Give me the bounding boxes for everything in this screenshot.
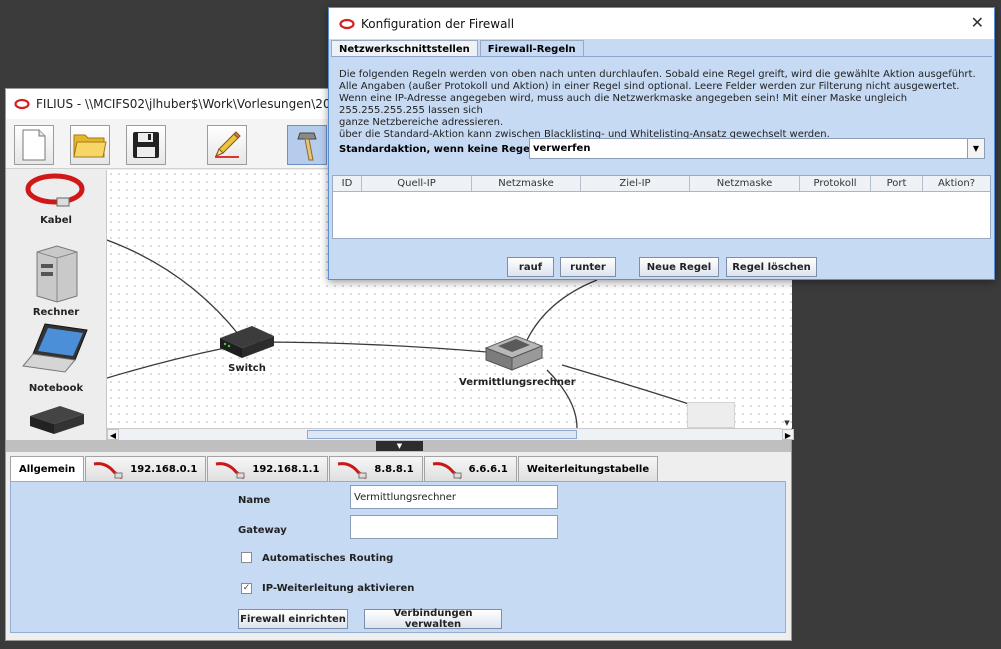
computer-icon — [36, 245, 78, 303]
component-palette: Kabel Rechner Notebook — [6, 170, 107, 440]
auto-routing-label: Automatisches Routing — [262, 553, 394, 564]
new-file-button[interactable] — [14, 125, 54, 165]
gateway-label: Gateway — [238, 525, 287, 536]
column-header[interactable]: Port — [871, 176, 923, 191]
scroll-right-icon[interactable]: ▶ — [782, 429, 794, 440]
cable-icon — [432, 461, 462, 479]
canvas-node-router[interactable]: Vermittlungsrechner — [459, 330, 576, 388]
name-label: Name — [238, 495, 271, 506]
palette-item-computer[interactable]: Rechner — [6, 244, 106, 318]
palette-item-notebook[interactable]: Notebook — [6, 322, 106, 394]
manage-connections-button[interactable]: Verbindungen verwalten — [364, 608, 502, 630]
general-config-panel: Name Gateway Automatisches Routing ✓ IP-… — [10, 481, 786, 633]
tab-label: 6.6.6.1 — [468, 464, 508, 475]
canvas-label-router: Vermittlungsrechner — [459, 377, 576, 388]
main-window-title: FILIUS - \\MCIFS02\jlhuber$\Work\Vorlesu… — [36, 97, 364, 111]
firewall-setup-button[interactable]: Firewall einrichten — [238, 609, 348, 629]
column-header[interactable]: Aktion? — [923, 176, 990, 191]
panel-splitter[interactable]: ▼ — [6, 440, 791, 452]
tab-weiterleitungstabelle[interactable]: Weiterleitungstabelle — [517, 456, 659, 482]
description-line: Die folgenden Regeln werden von oben nac… — [339, 69, 976, 80]
column-header[interactable]: Protokoll — [800, 176, 871, 191]
column-header[interactable]: Netzmaske — [472, 176, 581, 191]
move-down-button[interactable]: runter — [560, 257, 616, 277]
column-header[interactable]: Ziel-IP — [581, 176, 690, 191]
new-file-icon — [22, 129, 46, 161]
tab-netzwerkschnittstellen[interactable]: Netzwerkschnittstellen — [331, 40, 478, 57]
move-up-button[interactable]: rauf — [507, 257, 554, 277]
column-header[interactable]: Quell-IP — [362, 176, 472, 191]
ip-forwarding-label: IP-Weiterleitung aktivieren — [262, 583, 415, 594]
default-action-value: verwerfen — [533, 143, 591, 154]
description-line: Alle Angaben (außer Protokoll und Aktion… — [339, 81, 960, 92]
chevron-down-icon[interactable]: ▼ — [967, 139, 984, 158]
dialog-titlebar: Konfiguration der Firewall ✕ — [329, 8, 994, 39]
tab-interface-8-8-8-1[interactable]: 8.8.8.1 — [329, 456, 423, 482]
open-button[interactable] — [70, 125, 110, 165]
canvas-horizontal-scrollbar[interactable]: ◀ ▶ — [107, 428, 794, 440]
router-icon — [484, 335, 544, 371]
cable-icon — [338, 461, 368, 479]
palette-label-notebook: Notebook — [28, 383, 84, 394]
tab-interface-6-6-6-1[interactable]: 6.6.6.1 — [423, 456, 517, 482]
tab-label: 8.8.8.1 — [374, 464, 414, 475]
cable-icon — [94, 461, 124, 479]
cable-icon — [25, 173, 85, 207]
tab-label: Allgemein — [19, 464, 76, 475]
close-icon[interactable]: ✕ — [971, 13, 984, 32]
tab-allgemein[interactable]: Allgemein — [10, 456, 85, 482]
notebook-icon — [22, 323, 88, 373]
description-line: ganze Netzbereiche adressieren. — [339, 117, 504, 128]
dialog-title: Konfiguration der Firewall — [361, 16, 515, 31]
scroll-left-icon[interactable]: ◀ — [107, 429, 119, 440]
default-action-select[interactable]: verwerfen ▼ — [529, 138, 985, 159]
tab-label: Weiterleitungstabelle — [526, 464, 650, 475]
tab-firewall-regeln[interactable]: Firewall-Regeln — [479, 40, 584, 57]
cable-icon — [216, 461, 246, 479]
save-icon — [133, 132, 159, 158]
collapse-arrow-icon[interactable]: ▼ — [376, 441, 423, 451]
filius-app-icon — [14, 98, 30, 110]
canvas-node-switch[interactable]: Switch — [212, 316, 282, 374]
config-tabs: Allgemein 192.168.0.1 192.168.1.1 8.8.8.… — [10, 456, 659, 482]
dialog-tabs: Netzwerkschnittstellen Firewall-Regeln — [331, 40, 586, 57]
switch-icon — [30, 406, 84, 434]
palette-label-cable: Kabel — [40, 215, 72, 226]
tab-label: Netzwerkschnittstellen — [339, 43, 470, 55]
firewall-config-dialog: Konfiguration der Firewall ✕ Netzwerksch… — [328, 7, 995, 280]
switch-icon — [220, 326, 274, 358]
palette-item-cable[interactable]: Kabel — [6, 172, 106, 226]
simulation-mode-button[interactable] — [287, 125, 327, 165]
description-line: Wenn eine IP-Adresse angegeben wird, mus… — [339, 93, 908, 116]
delete-rule-button[interactable]: Regel löschen — [726, 257, 817, 277]
gateway-input[interactable] — [350, 515, 558, 539]
table-header: ID Quell-IP Netzmaske Ziel-IP Netzmaske … — [333, 176, 990, 192]
tab-label: Firewall-Regeln — [487, 43, 576, 55]
save-button[interactable] — [126, 125, 166, 165]
filius-app-icon — [339, 18, 355, 29]
firewall-rules-panel: Die folgenden Regeln werden von oben nac… — [331, 56, 992, 278]
tab-interface-192-168-0-1[interactable]: 192.168.0.1 — [85, 456, 207, 482]
tab-interface-192-168-1-1[interactable]: 192.168.1.1 — [207, 456, 329, 482]
new-rule-button[interactable]: Neue Regel — [639, 257, 719, 277]
simulation-mode-hammer-icon — [297, 132, 317, 161]
name-input[interactable] — [350, 485, 558, 509]
canvas-label-switch: Switch — [228, 363, 266, 374]
column-header[interactable]: Netzmaske — [690, 176, 800, 191]
design-mode-pencil-icon — [215, 131, 241, 158]
ip-forwarding-checkbox[interactable]: ✓ — [241, 583, 252, 594]
auto-routing-checkbox[interactable] — [241, 552, 252, 563]
column-header[interactable]: ID — [333, 176, 362, 191]
scroll-down-icon[interactable]: ▼ — [782, 419, 792, 428]
design-mode-button[interactable] — [207, 125, 247, 165]
palette-item-switch[interactable] — [6, 402, 106, 440]
firewall-description: Die folgenden Regeln werden von oben nac… — [339, 69, 989, 141]
firewall-rules-table[interactable]: ID Quell-IP Netzmaske Ziel-IP Netzmaske … — [332, 175, 991, 239]
open-folder-icon — [73, 134, 107, 158]
tab-label: 192.168.1.1 — [252, 464, 320, 475]
tab-label: 192.168.0.1 — [130, 464, 198, 475]
palette-label-computer: Rechner — [32, 307, 80, 318]
canvas-partial-node[interactable] — [687, 402, 735, 428]
scrollbar-thumb[interactable] — [307, 430, 577, 439]
